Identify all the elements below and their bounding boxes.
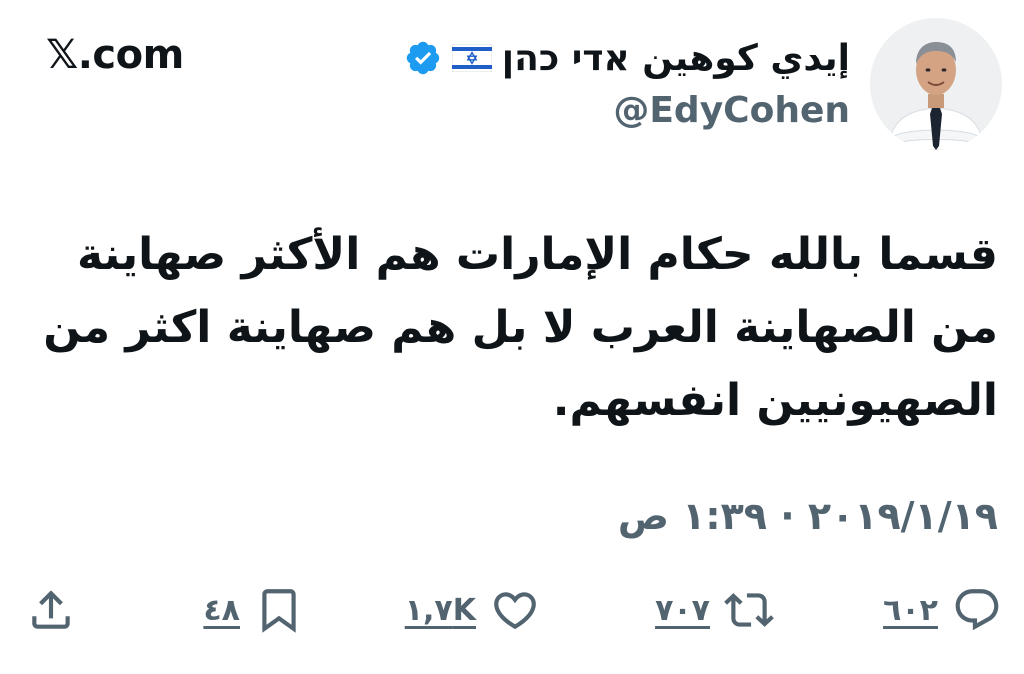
retweet-icon [724, 585, 774, 635]
bookmark-button[interactable]: ٤٨ [203, 580, 304, 640]
like-button[interactable]: ١,٧K [405, 580, 540, 640]
tweet-text-line: من الصهاينة العرب لا بل هم صهاينة اكثر م… [43, 302, 998, 353]
share-button[interactable] [26, 580, 76, 640]
reply-icon [952, 585, 1002, 635]
tweet-timestamp[interactable]: ٢٠١٩/١/١٩ · ١:٣٩ ص [618, 494, 998, 538]
reply-button[interactable]: ٦٠٢ [883, 580, 1002, 640]
retweet-button[interactable]: ٧٠٧ [655, 580, 774, 640]
avatar-image [870, 18, 1002, 150]
tweet-card: 𝕏.com إيدي كوهين אדי כהן @EdyCohen قسما … [0, 0, 1024, 674]
bookmark-icon [254, 585, 304, 635]
brand-label: 𝕏.com [46, 32, 184, 78]
bookmark-count: ٤٨ [203, 592, 240, 628]
verified-badge-icon [404, 39, 442, 77]
israel-flag-icon [451, 43, 493, 73]
share-icon [26, 585, 76, 635]
retweet-count: ٧٠٧ [655, 592, 710, 628]
tweet-text-line: الصهيونيين انفسهم. [552, 375, 998, 426]
like-count: ١,٧K [404, 592, 476, 628]
author-identity[interactable]: إيدي كوهين אדי כהן @EdyCohen [404, 30, 850, 131]
avatar[interactable] [870, 18, 1002, 150]
tweet-text-line: قسما بالله حكام الإمارات هم الأكثر صهاين… [76, 229, 998, 280]
heart-icon [490, 585, 540, 635]
author-display-name: إيدي كوهين אדי כהן [501, 37, 850, 79]
author-handle: @EdyCohen [613, 90, 850, 131]
author-name-row: إيدي كوهين אדי כהן [404, 30, 850, 86]
action-bar: ٦٠٢ ٧٠٧ ١,٧K ٤٨ [0, 580, 1024, 640]
x-brand-text: 𝕏.com [46, 32, 184, 78]
tweet-text: قسما بالله حكام الإمارات هم الأكثر صهاين… [38, 218, 998, 437]
reply-count: ٦٠٢ [883, 592, 938, 628]
